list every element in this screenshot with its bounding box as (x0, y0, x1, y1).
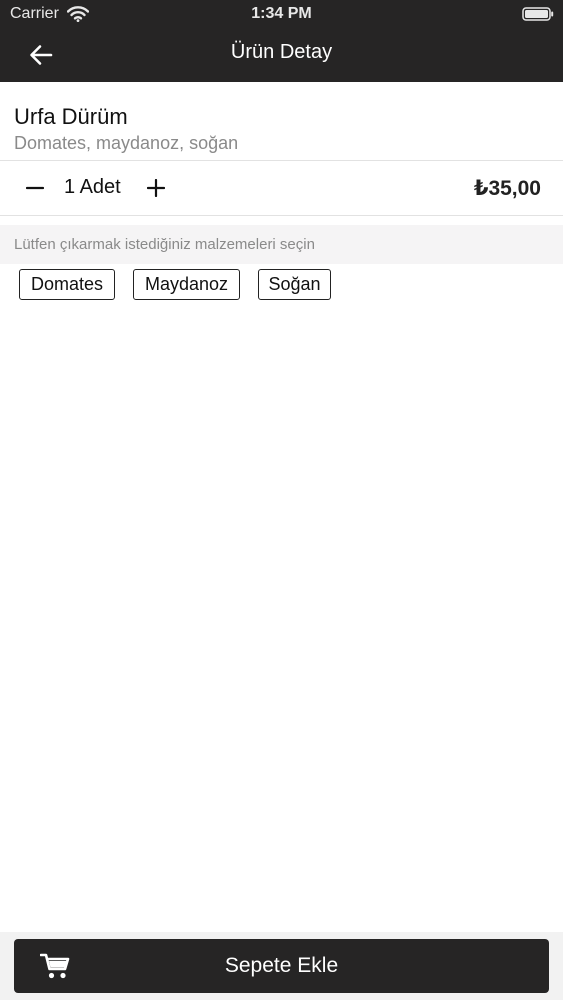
increase-quantity-button[interactable] (139, 171, 173, 205)
page-title: Ürün Detay (230, 41, 333, 63)
app-header: Carrier 1:34 PM Ürün Detay (0, 0, 563, 82)
divider (0, 215, 563, 216)
ingredient-chip-maydanoz[interactable]: Maydanoz (133, 269, 240, 300)
product-description: Domates, maydanoz, soğan (14, 133, 239, 153)
product-info: Urfa Dürüm Domates, maydanoz, soğan (0, 82, 563, 160)
add-to-cart-button[interactable]: Sepete Ekle (14, 939, 549, 993)
ingredient-chip-sogan[interactable]: Soğan (258, 269, 331, 300)
minus-icon (26, 186, 44, 190)
decrease-quantity-button[interactable] (18, 171, 52, 205)
status-time: 1:34 PM (251, 5, 312, 22)
quantity-row: 1 Adet ₺35,00 (0, 161, 563, 215)
product-name: Urfa Dürüm (14, 104, 128, 129)
product-price: ₺35,00 (473, 177, 541, 200)
ingredient-chip-domates[interactable]: Domates (19, 269, 115, 300)
quantity-label: 1 Adet (64, 176, 121, 198)
ingredient-hint: Lütfen çıkarmak istediğiniz malzemeleri … (14, 236, 315, 253)
add-to-cart-label: Sepete Ekle (224, 954, 339, 977)
bottom-bar: Sepete Ekle (0, 932, 563, 1000)
plus-icon (147, 179, 165, 197)
status-bar: Carrier 1:34 PM (0, 0, 563, 28)
ingredient-hint-bar: Lütfen çıkarmak istediğiniz malzemeleri … (0, 225, 563, 264)
navigation-bar: Ürün Detay (0, 28, 563, 82)
battery-icon (522, 7, 554, 21)
